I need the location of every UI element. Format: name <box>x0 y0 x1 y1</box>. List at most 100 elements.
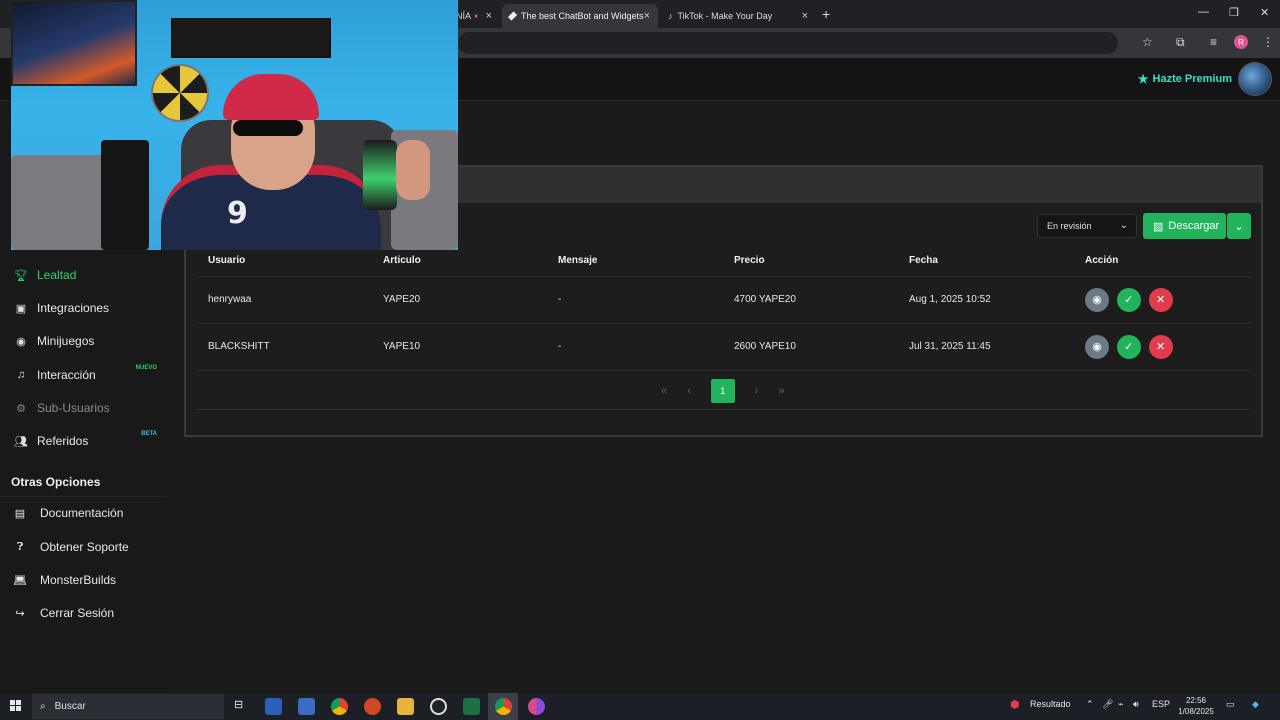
tab-label: TikTok - Make Your Day <box>677 11 773 21</box>
chevron-up-icon[interactable]: ⌃ <box>1086 699 1094 710</box>
hand-image <box>396 140 430 200</box>
column-header: Precio <box>724 246 899 277</box>
sidebar-item-label: Cerrar Sesión <box>40 606 115 620</box>
download-button[interactable]: ▧ Descargar <box>1143 213 1226 239</box>
clock-time: 22:56 <box>1185 696 1207 705</box>
close-icon: ✕ <box>1155 294 1166 306</box>
check-icon: ✓ <box>1124 341 1134 353</box>
first-page-button[interactable]: « <box>661 385 667 397</box>
cell-usuario: BLACKSHITT <box>198 323 373 371</box>
sidebar-item-label: Lealtad <box>37 268 77 282</box>
chrome-app-icon[interactable] <box>331 698 348 715</box>
extensions-icon[interactable]: ⧉ <box>1176 35 1185 50</box>
profile-avatar[interactable]: R <box>1234 35 1248 49</box>
recording-dot-icon: ● <box>474 12 479 20</box>
browser-tab-3[interactable]: ♪ TikTok - Make Your Day × <box>660 4 816 28</box>
task-view-icon[interactable]: ⊟ <box>234 698 243 711</box>
sidebar-item-integraciones[interactable]: ▣ Integraciones <box>0 294 167 322</box>
status-filter-value: En revisión <box>1047 221 1092 231</box>
download-options-button[interactable]: ⌄ <box>1227 213 1251 239</box>
close-window-icon[interactable]: ✕ <box>1260 6 1269 19</box>
laptop-icon: 💻︎ <box>13 574 27 587</box>
sidebar-item-cerrar-sesion[interactable]: ↪ Cerrar Sesión <box>0 599 167 627</box>
prev-page-button[interactable]: ‹ <box>687 385 691 397</box>
reject-button[interactable]: ✕ <box>1148 287 1173 312</box>
excel-file-icon: ▧ <box>1153 220 1164 233</box>
sidebar-item-documentacion[interactable]: ▤ Documentación <box>0 499 167 527</box>
sidebar-item-label: Sub-Usuarios <box>37 401 110 415</box>
taskbar-search-input[interactable]: ⌕ Buscar <box>32 694 224 719</box>
cell-articulo: YAPE10 <box>373 323 548 371</box>
notification-app-icon[interactable]: ⬢ <box>1010 698 1020 711</box>
bookmark-star-icon[interactable]: ☆ <box>1142 35 1153 49</box>
cell-precio: 4700 YAPE20 <box>724 276 899 324</box>
next-page-button[interactable]: › <box>755 385 759 397</box>
user-avatar[interactable] <box>1238 62 1272 96</box>
cell-fecha: Jul 31, 2025 11:45 <box>899 323 1075 371</box>
table-row: henrywaa YAPE20 - 4700 YAPE20 Aug 1, 202… <box>198 276 1251 324</box>
tab-label: The best ChatBot and Widgets <box>520 11 644 21</box>
cell-accion: ◉ ✓ ✕ <box>1075 323 1251 371</box>
clock[interactable]: 22:56 1/08/2025 <box>1172 695 1220 717</box>
divider <box>0 496 167 497</box>
approve-button[interactable]: ✓ <box>1116 334 1141 359</box>
tab-label: NÍA <box>456 11 472 21</box>
column-header: Mensaje <box>548 246 724 277</box>
beta-badge: BETA <box>141 431 157 437</box>
last-page-button[interactable]: » <box>778 385 784 397</box>
sidebar-item-monsterbuilds[interactable]: 💻︎ MonsterBuilds <box>0 566 167 594</box>
url-input[interactable] <box>458 32 1118 54</box>
sidebar-item-referidos[interactable]: 👥︎ Referidos BETA <box>0 427 167 455</box>
obs-app-icon[interactable] <box>430 698 447 715</box>
current-page-button[interactable]: 1 <box>710 379 735 403</box>
close-tab-icon[interactable]: × <box>802 10 808 22</box>
browser-tab-2[interactable]: The best ChatBot and Widgets × <box>502 4 658 28</box>
column-header: Usuario <box>198 246 373 277</box>
close-tab-icon[interactable]: × <box>644 10 650 22</box>
premium-link[interactable]: ★ Hazte Premium <box>1138 72 1232 86</box>
restore-icon[interactable]: ❐ <box>1229 6 1239 19</box>
view-button[interactable]: ◉ <box>1085 287 1109 312</box>
chrome-profile-app-icon[interactable] <box>495 698 512 715</box>
chevron-down-icon: ⌄ <box>1119 220 1128 231</box>
screen: NÍA ● × The best ChatBot and Widgets × ♪… <box>0 0 1280 720</box>
sidebar-item-sub-usuarios[interactable]: ⚙ Sub-Usuarios <box>0 394 167 422</box>
copilot-icon[interactable]: ◆ <box>1252 699 1259 710</box>
divider <box>198 409 1251 410</box>
approve-button[interactable]: ✓ <box>1116 287 1141 312</box>
new-tab-button[interactable]: + <box>822 6 830 22</box>
other-options-title: Otras Opciones <box>11 475 101 489</box>
table-row: BLACKSHITT YAPE10 - 2600 YAPE10 Jul 31, … <box>198 323 1251 371</box>
powerpoint-app-icon[interactable] <box>364 698 381 715</box>
notification-label[interactable]: Resultado <box>1030 699 1071 709</box>
store-app-icon[interactable] <box>298 698 315 715</box>
network-icon[interactable]: ⌁ <box>1118 699 1123 710</box>
language-indicator[interactable]: ESP <box>1152 699 1170 709</box>
browser-menu-icon[interactable]: ⋮ <box>1262 35 1274 49</box>
status-filter-select[interactable]: En revisión ⌄ <box>1037 214 1137 238</box>
sidebar-item-label: Minijuegos <box>37 334 95 348</box>
word-app-icon[interactable] <box>265 698 282 715</box>
logout-icon: ↪ <box>15 607 25 620</box>
file-explorer-icon[interactable] <box>397 698 414 715</box>
view-button[interactable]: ◉ <box>1085 334 1109 359</box>
chrome-alt-app-icon[interactable] <box>528 698 545 715</box>
sidebar-item-lealtad[interactable]: 🏆︎ Lealtad <box>0 261 167 289</box>
windows-start-icon[interactable] <box>10 700 22 712</box>
volume-icon[interactable]: 🔊︎ <box>1133 699 1139 710</box>
speaker-image <box>101 140 149 250</box>
close-tab-icon[interactable]: × <box>486 10 492 22</box>
reject-button[interactable]: ✕ <box>1148 334 1173 359</box>
sidebar-item-interaccion[interactable]: ♫ Interacción NUEVO <box>0 361 167 389</box>
minimize-icon[interactable]: — <box>1198 6 1209 18</box>
download-label: Descargar <box>1168 220 1220 232</box>
sidebar-item-soporte[interactable]: ❓︎ Obtener Soporte <box>0 533 167 561</box>
excel-app-icon[interactable] <box>463 698 480 715</box>
notifications-icon[interactable]: ▭ <box>1226 699 1235 710</box>
reading-list-icon[interactable]: ≡ <box>1210 35 1217 49</box>
shirt-number-image: 9 <box>227 196 248 231</box>
webcam-overlay: 9 <box>11 0 458 250</box>
gear-icon: ⚙ <box>16 402 26 415</box>
sidebar-item-minijuegos[interactable]: ◉ Minijuegos <box>0 327 167 355</box>
microphone-icon[interactable]: 🎤︎ <box>1102 699 1113 710</box>
